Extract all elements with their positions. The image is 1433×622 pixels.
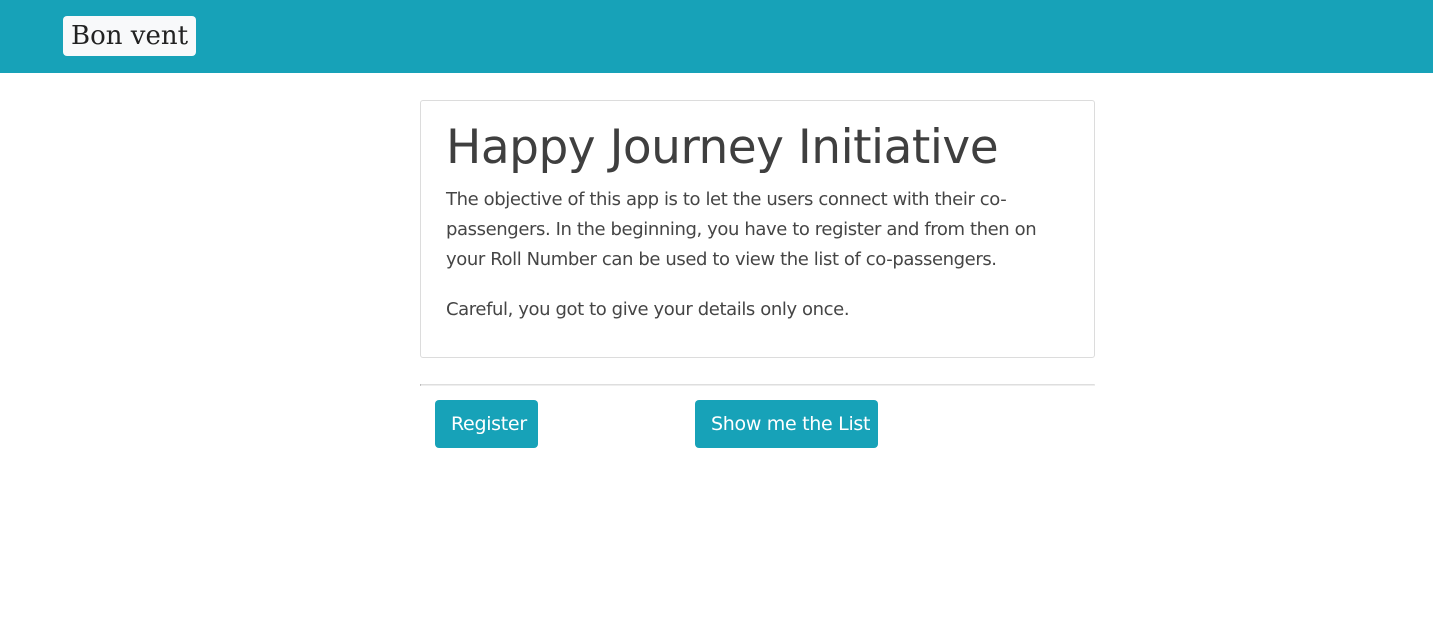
register-button[interactable]: Register bbox=[435, 400, 538, 448]
brand-logo-link[interactable]: Bon vent bbox=[63, 16, 197, 56]
page-title: Happy Journey Initiative bbox=[446, 120, 999, 175]
show-list-button[interactable]: Show me the List bbox=[695, 400, 878, 448]
intro-note: Careful, you got to give your details on… bbox=[446, 299, 850, 320]
top-navbar: Bon vent bbox=[0, 0, 1433, 73]
intro-card: Happy Journey Initiative The objective o… bbox=[420, 100, 1095, 358]
section-divider bbox=[420, 384, 1095, 386]
intro-description: The objective of this app is to let the … bbox=[446, 189, 1037, 270]
